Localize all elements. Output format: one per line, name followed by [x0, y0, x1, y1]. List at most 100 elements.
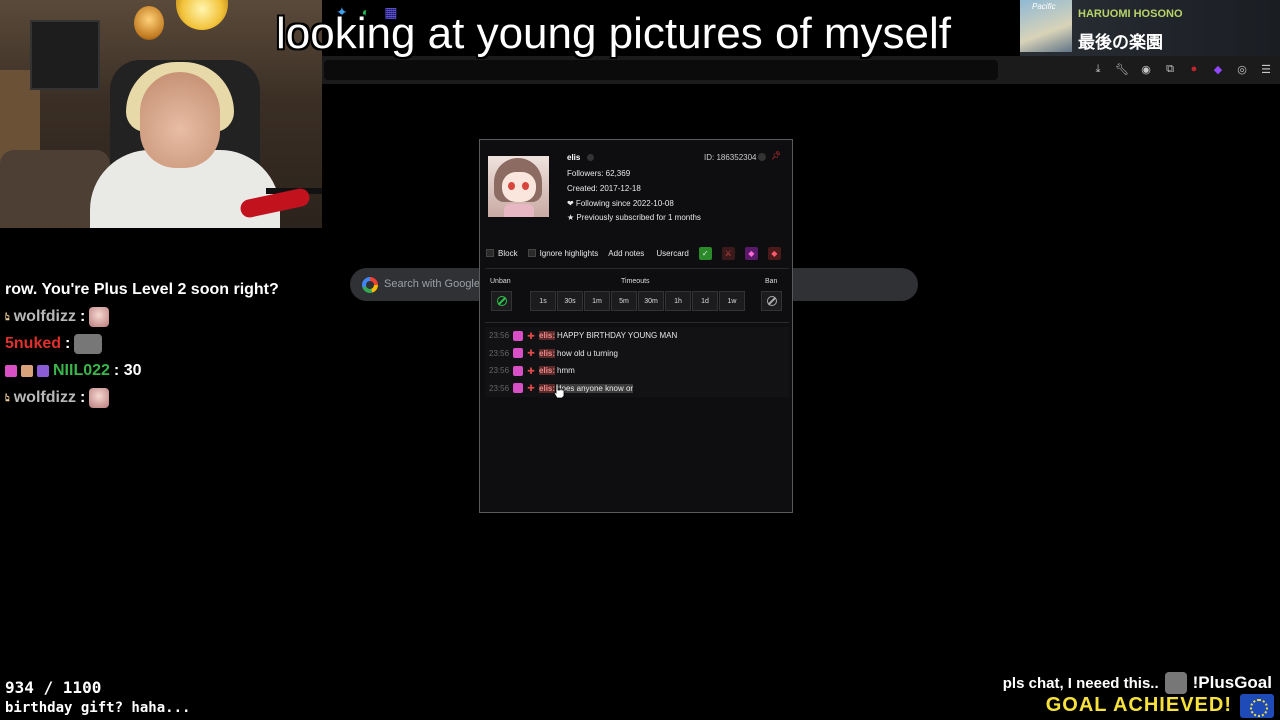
timeout-30m-button[interactable]: 30m — [638, 291, 664, 311]
timeouts-label: Timeouts — [621, 278, 650, 285]
hand-cursor-icon — [553, 383, 565, 399]
goal-count: 934 / 1100 — [5, 678, 102, 697]
emote-badge-icon — [21, 364, 33, 377]
timeout-1s-button[interactable]: 1s — [530, 291, 556, 311]
moderation-panel: Unban Timeouts Ban 1s 30s 1m 5m 30m 1h 1… — [485, 268, 789, 312]
timeout-5m-button[interactable]: 5m — [611, 291, 637, 311]
gift-badge-icon — [37, 364, 49, 377]
mask-icon[interactable]: ◎ — [1234, 61, 1250, 77]
goal-command: !PlusGoal — [1192, 673, 1272, 692]
status-dot-icon — [587, 154, 594, 161]
timeout-1w-button[interactable]: 1w — [719, 291, 745, 311]
subscriber-badge-icon — [5, 364, 17, 377]
message-history: 23:56 ✚ elis: HAPPY BIRTHDAY YOUNG MAN 2… — [485, 322, 789, 397]
usercard-subscribed: ★ Previously subscribed for 1 months — [567, 213, 701, 222]
message-row: 23:56 ✚ elis: HAPPY BIRTHDAY YOUNG MAN — [485, 327, 789, 345]
sword-icon[interactable]: ⚔ — [721, 246, 735, 260]
user-avatar[interactable] — [488, 156, 549, 217]
timeout-1m-button[interactable]: 1m — [584, 291, 610, 311]
album-cover-text: Pacific — [1032, 2, 1056, 11]
red-gem-icon[interactable]: ◆ — [767, 246, 781, 260]
lamp-yellow — [176, 0, 228, 30]
goal-plea-text: pls chat, I neeed this.. — [1002, 674, 1159, 692]
timeout-30s-button[interactable]: 30s — [557, 291, 583, 311]
chat-username: wolfdizz — [13, 388, 76, 406]
message-row: 23:56 ✚ elis: how old u turning — [485, 344, 789, 362]
block-option[interactable]: Block — [486, 249, 518, 258]
address-bar[interactable] — [324, 60, 998, 80]
chat-overlay: row. You're Plus Level 2 soon right? 👆︎ … — [5, 276, 345, 411]
message-text: hmm — [557, 366, 575, 376]
usercard-followers: Followers: 62,369 — [567, 169, 631, 178]
message-timestamp: 23:56 — [489, 383, 510, 393]
stream-caption: looking at young pictures of myself — [276, 9, 952, 58]
vip-gem-icon[interactable]: ◆ — [744, 246, 758, 260]
unban-button[interactable] — [491, 291, 512, 311]
chat-line: 👆︎ wolfdizz : — [5, 384, 345, 411]
block-checkbox[interactable] — [486, 249, 494, 257]
subscriber-badge-icon — [513, 348, 524, 359]
ban-label: Ban — [765, 278, 778, 285]
extensions-icon[interactable]: ⧉ — [1162, 61, 1178, 77]
streamer-face — [140, 72, 220, 168]
subscriber-badge-icon — [513, 383, 524, 394]
usercard-id: ID: 186352304 — [704, 153, 757, 162]
block-label: Block — [498, 248, 518, 258]
usercard-created: Created: 2017-12-18 — [567, 184, 641, 193]
pin-icon[interactable]: 📌︎ — [771, 151, 781, 160]
background-monitor — [30, 20, 100, 90]
chat-message: : — [79, 388, 86, 406]
sparkle-badge-icon: ✚ — [527, 348, 535, 359]
message-text: does anyone know or — [557, 383, 634, 393]
timeout-1d-button[interactable]: 1d — [692, 291, 718, 311]
message-text: how old u turning — [557, 348, 618, 358]
usercard-link[interactable]: Usercard — [656, 249, 688, 258]
lamp-orange — [134, 6, 164, 40]
webcam-feed — [0, 0, 322, 228]
ublock-icon[interactable]: ● — [1186, 61, 1202, 77]
browser-toolbar-icons: ⤓ 🔧︎ ◉ ⧉ ● ◆ ◎ ☰ — [1090, 61, 1274, 77]
chat-line: 5nuked : — [5, 330, 345, 357]
goal-achieved: GOAL ACHIEVED! — [1045, 694, 1232, 716]
goal-description: birthday gift? haha... — [5, 700, 191, 716]
message-username[interactable]: elis: — [539, 348, 556, 358]
sad-emote-icon — [1164, 672, 1187, 694]
menu-icon[interactable]: ☰ — [1258, 61, 1274, 77]
chat-line: 👆︎ wolfdizz : — [5, 303, 345, 330]
google-icon — [362, 277, 378, 293]
hand-badge-icon: 👆︎ — [5, 391, 10, 404]
chat-username: wolfdizz — [13, 307, 76, 325]
emote-icon — [89, 387, 110, 408]
now-playing-widget: Pacific HARUOMI HOSONO 最後の楽園 — [1020, 0, 1280, 56]
ignore-highlights-checkbox[interactable] — [527, 249, 536, 257]
chat-message: : — [79, 307, 86, 325]
subscriber-badge-icon — [513, 365, 524, 376]
now-playing-track: 最後の楽園 — [1078, 33, 1163, 52]
emote-icon — [89, 306, 110, 327]
timeout-1h-button[interactable]: 1h — [665, 291, 691, 311]
chat-line: row. You're Plus Level 2 soon right? — [5, 276, 345, 303]
checkmark-icon[interactable]: ✓ — [698, 246, 712, 260]
account-icon[interactable]: ◉ — [1138, 61, 1154, 77]
chat-message: row. You're Plus Level 2 soon right? — [5, 280, 279, 298]
search-placeholder: Search with Google or — [384, 278, 493, 290]
ban-button[interactable] — [761, 291, 782, 311]
message-username[interactable]: elis: — [539, 331, 556, 341]
goal-plea: pls chat, I neeed this.. !PlusGoal — [1003, 672, 1272, 694]
hand-badge-icon: 👆︎ — [5, 310, 10, 323]
usercard-username[interactable]: elis — [567, 153, 580, 162]
wrench-icon[interactable]: 🔧︎ — [1114, 61, 1130, 77]
eu-flag-icon — [1240, 694, 1274, 718]
chat-message: : — [65, 334, 71, 352]
download-icon[interactable]: ⤓ — [1090, 61, 1106, 77]
ignore-highlights-option[interactable]: Ignore highlights — [527, 249, 598, 258]
add-notes-link[interactable]: Add notes — [608, 249, 644, 258]
message-username[interactable]: elis: — [539, 366, 556, 376]
twitch-extension-icon[interactable]: ◆ — [1210, 61, 1226, 77]
copy-id-icon[interactable] — [758, 153, 766, 161]
sparkle-badge-icon: ✚ — [527, 365, 535, 376]
unban-icon — [496, 296, 507, 306]
usercard-following: ❤ Following since 2022-10-08 — [567, 199, 674, 208]
unban-label: Unban — [490, 278, 511, 285]
message-timestamp: 23:56 — [489, 348, 510, 358]
